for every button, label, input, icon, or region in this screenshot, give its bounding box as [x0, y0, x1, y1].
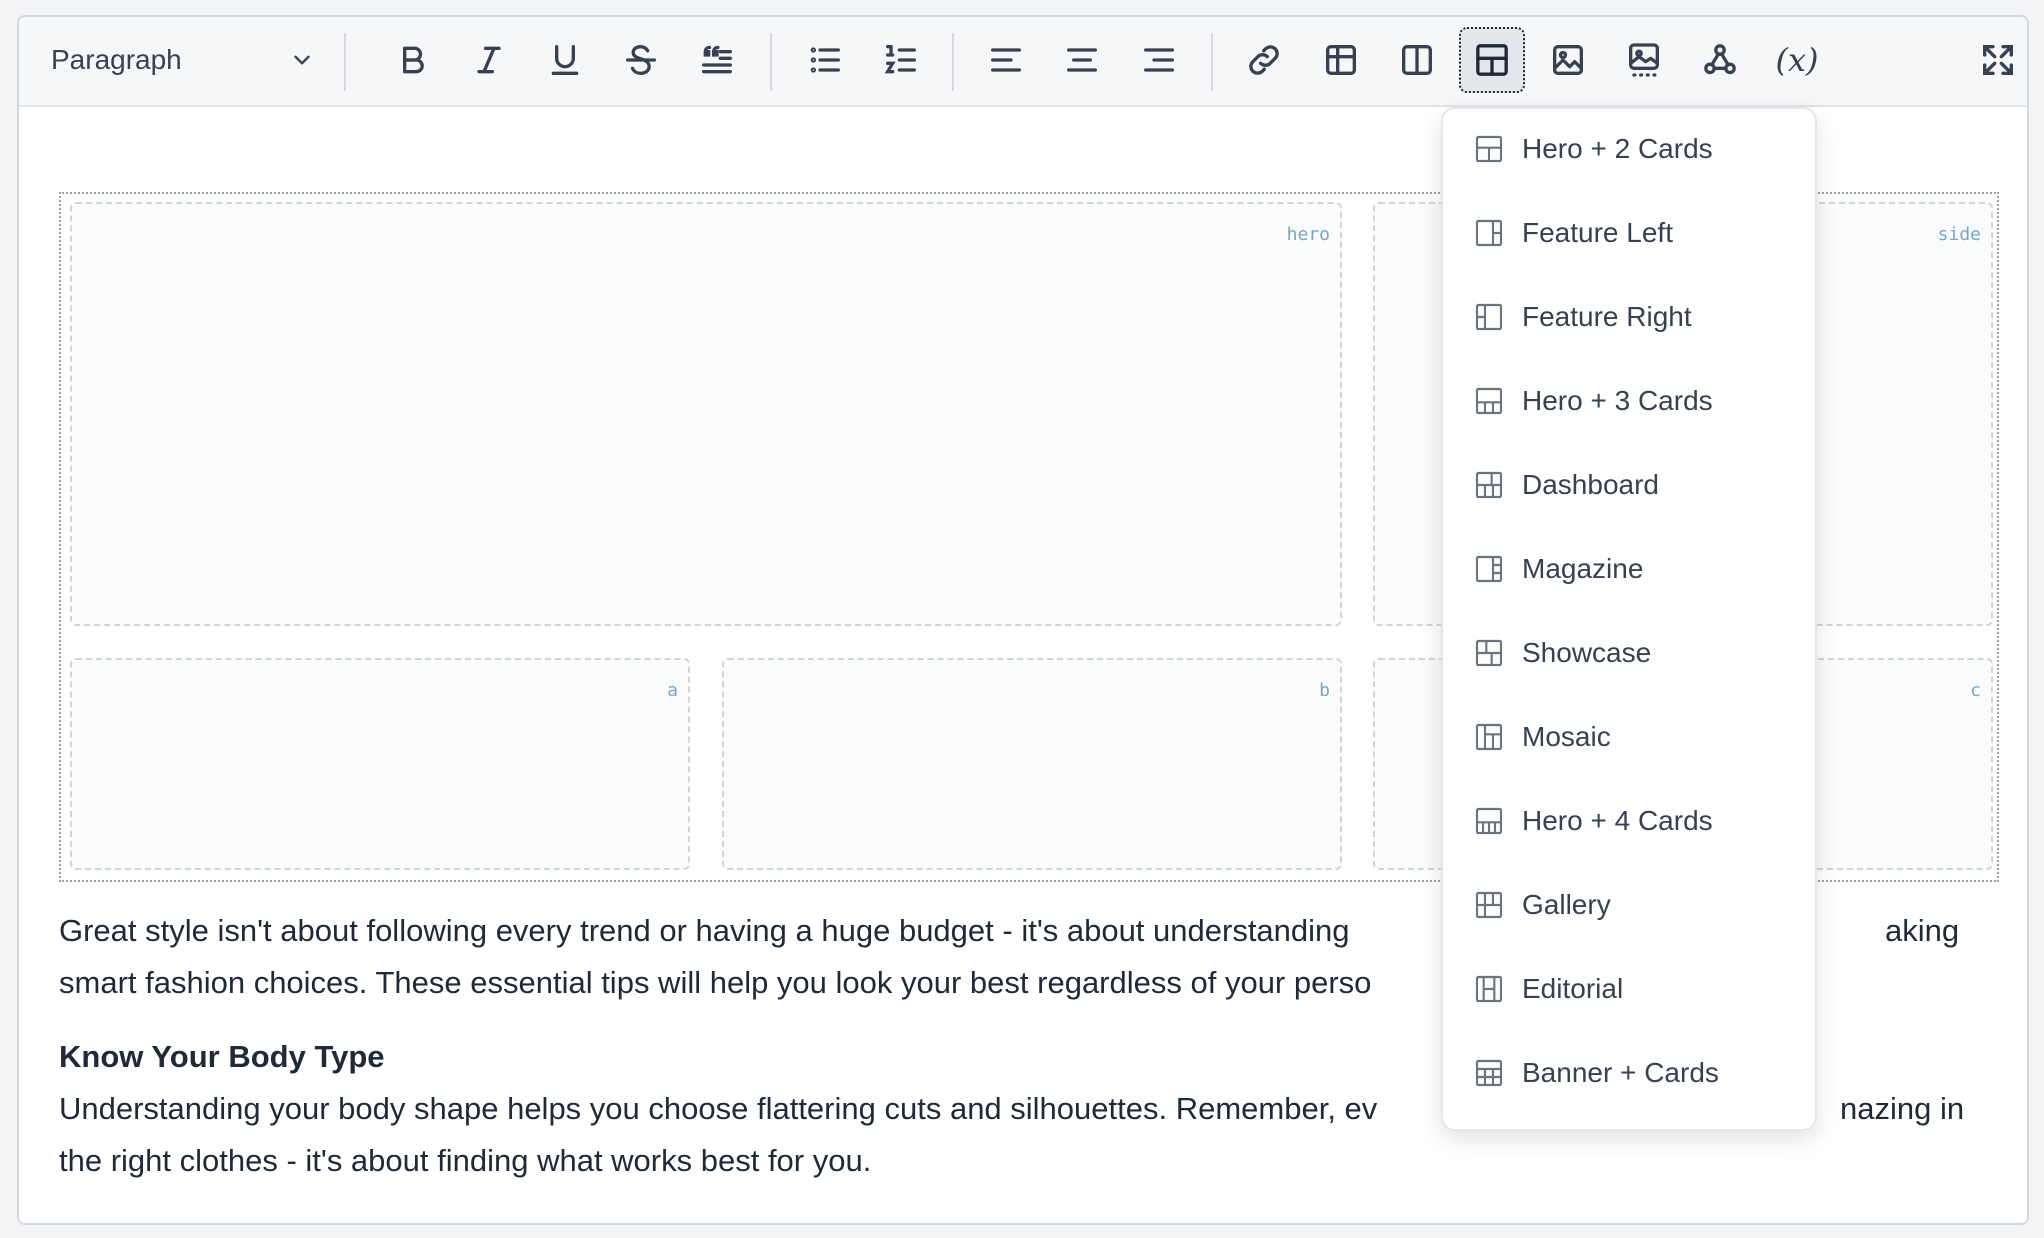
layout-option-gallery[interactable]: Gallery	[1443, 870, 1815, 940]
variable-button[interactable]: (x)	[1764, 27, 1830, 93]
hero-3-cards-icon	[1475, 387, 1503, 415]
bullet-list-icon	[810, 47, 840, 73]
layout-option-magazine[interactable]: Magazine	[1443, 534, 1815, 604]
numbered-list-icon	[884, 45, 916, 74]
block-format-select[interactable]: Paragraph	[33, 33, 333, 87]
para2-line-2: the right clothes - it's about finding w…	[59, 1143, 872, 1178]
link-icon	[1249, 45, 1279, 75]
toolbar-separator	[770, 33, 772, 91]
align-right-button[interactable]	[1126, 27, 1192, 93]
strikethrough-icon	[626, 44, 656, 76]
underline-button[interactable]	[532, 27, 598, 93]
feature-right-icon	[1475, 303, 1503, 331]
gallery-button[interactable]	[1611, 27, 1677, 93]
variable-icon: (x)	[1775, 41, 1819, 79]
numbered-list-button[interactable]	[868, 27, 934, 93]
magazine-icon	[1475, 555, 1503, 583]
toolbar-separator	[344, 33, 346, 91]
layout-option-feature-left[interactable]: Feature Left	[1443, 198, 1815, 268]
toolbar-separator	[1211, 33, 1213, 91]
quote-icon	[702, 45, 732, 74]
layout-button[interactable]	[1459, 27, 1525, 93]
layout-menu: Hero + 2 Cards Feature Left Feature Righ…	[1441, 107, 1817, 1131]
intro-line-1: Great style isn't about following every …	[59, 913, 1350, 948]
webhook-button[interactable]	[1687, 27, 1753, 93]
webhook-icon	[1704, 44, 1736, 75]
layout-option-dashboard[interactable]: Dashboard	[1443, 450, 1815, 520]
layout-cell-hero[interactable]: hero	[70, 202, 1342, 626]
editorial-icon	[1475, 975, 1503, 1003]
link-button[interactable]	[1231, 27, 1297, 93]
table-button[interactable]	[1308, 27, 1374, 93]
align-left-icon	[991, 48, 1021, 72]
intro-line-2: smart fashion choices. These essential t…	[59, 965, 1372, 1000]
bold-button[interactable]	[380, 27, 446, 93]
hero-2-cards-icon	[1475, 135, 1503, 163]
dashboard-icon	[1475, 471, 1503, 499]
image-icon	[1553, 45, 1583, 75]
layout-option-showcase[interactable]: Showcase	[1443, 618, 1815, 688]
bullet-list-button[interactable]	[792, 27, 858, 93]
layout-cell-a[interactable]: a	[70, 658, 690, 870]
editor-toolbar: Paragraph (x)	[19, 17, 2027, 107]
para2-line-1: Understanding your body shape helps you …	[59, 1091, 1378, 1126]
layout-option-hero-4-cards[interactable]: Hero + 4 Cards	[1443, 786, 1815, 856]
layout-option-feature-right[interactable]: Feature Right	[1443, 282, 1815, 352]
cell-label-hero: hero	[1286, 224, 1330, 245]
layout-option-hero-3-cards[interactable]: Hero + 3 Cards	[1443, 366, 1815, 436]
para2-line-1-end: nazing in	[1840, 1091, 1965, 1126]
gallery-layout-icon	[1475, 891, 1503, 919]
cell-label-b: b	[1319, 680, 1330, 701]
align-left-button[interactable]	[973, 27, 1039, 93]
layout-cell-b[interactable]: b	[722, 658, 1342, 870]
cell-label-c: c	[1970, 680, 1981, 701]
columns-button[interactable]	[1384, 27, 1450, 93]
chevron-down-icon	[294, 55, 310, 65]
mosaic-icon	[1475, 723, 1503, 751]
image-button[interactable]	[1535, 27, 1601, 93]
block-format-value: Paragraph	[51, 44, 182, 75]
italic-button[interactable]	[456, 27, 522, 93]
strikethrough-button[interactable]	[608, 27, 674, 93]
fullscreen-icon	[1983, 45, 2013, 76]
cell-label-side: side	[1937, 224, 1981, 245]
align-right-icon	[1144, 48, 1174, 72]
hero-4-cards-icon	[1475, 807, 1503, 835]
table-icon	[1326, 45, 1356, 75]
align-center-icon	[1067, 48, 1097, 72]
banner-cards-icon	[1475, 1059, 1503, 1087]
toolbar-separator	[952, 33, 954, 91]
italic-icon	[477, 46, 501, 74]
cell-label-a: a	[667, 680, 678, 701]
intro-line-1-end: aking	[1885, 913, 1960, 948]
showcase-icon	[1475, 639, 1503, 667]
layout-option-banner-cards[interactable]: Banner + Cards	[1443, 1038, 1815, 1108]
columns-icon	[1402, 45, 1432, 75]
feature-left-icon	[1475, 219, 1503, 247]
blockquote-button[interactable]	[684, 27, 750, 93]
gallery-icon	[1629, 43, 1659, 77]
layout-icon	[1476, 44, 1508, 76]
layout-option-editorial[interactable]: Editorial	[1443, 954, 1815, 1024]
align-center-button[interactable]	[1049, 27, 1115, 93]
bold-icon	[403, 46, 424, 74]
layout-option-mosaic[interactable]: Mosaic	[1443, 702, 1815, 772]
layout-option-hero-2-cards[interactable]: Hero + 2 Cards	[1443, 114, 1815, 184]
fullscreen-button[interactable]	[1965, 27, 2027, 93]
underline-icon	[551, 45, 579, 76]
section-heading: Know Your Body Type	[59, 1039, 385, 1074]
